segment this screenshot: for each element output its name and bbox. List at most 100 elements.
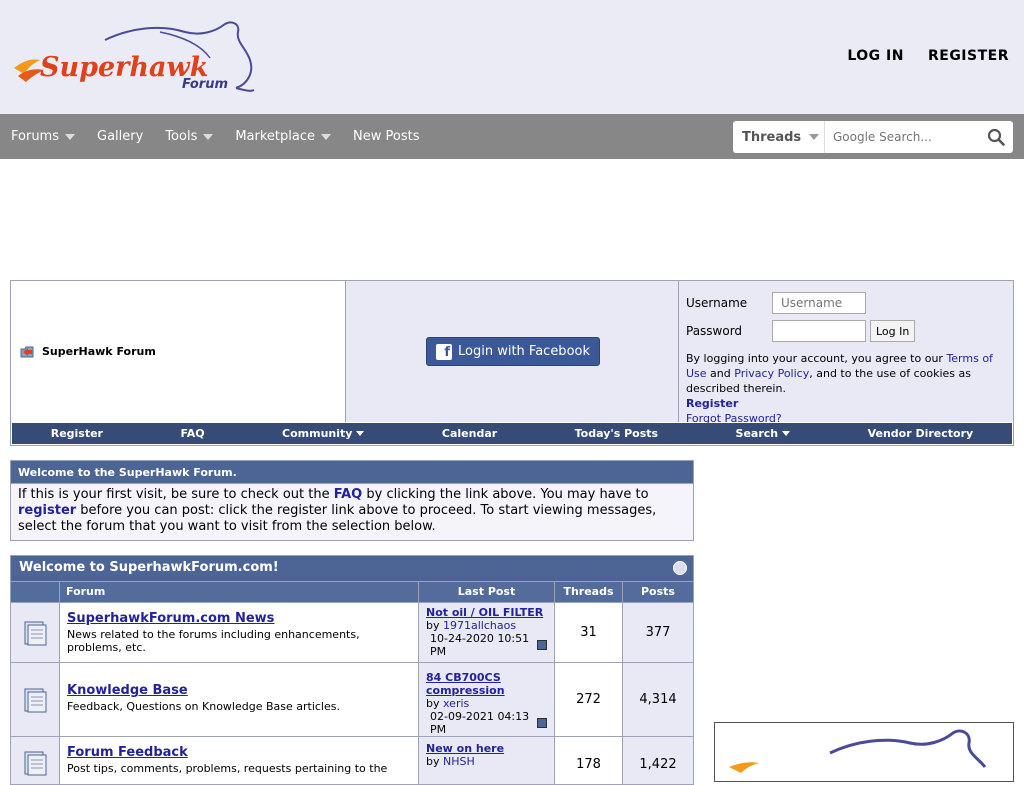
privacy-policy-link[interactable]: Privacy Policy (734, 367, 809, 380)
facebook-login-area: f Login with Facebook (346, 281, 679, 422)
column-last-post: Last Post (419, 582, 555, 602)
terms-prefix: By logging into your account, you agree … (686, 352, 947, 365)
column-icon (11, 582, 60, 602)
last-post-date: 02-09-2021 (430, 710, 494, 723)
nav-gallery-label: Gallery (97, 129, 144, 144)
forum-status-cell (11, 663, 60, 736)
forum-info-cell: Knowledge Base Feedback, Questions on Kn… (60, 663, 419, 736)
welcome-title: Welcome to the SuperHawk Forum. (11, 461, 693, 484)
threads-count: 31 (555, 603, 623, 662)
last-post-title-link[interactable]: New on here (426, 742, 547, 755)
terms-mid: and (706, 367, 735, 380)
threads-count: 272 (555, 663, 623, 736)
forum-description: Feedback, Questions on Knowledge Base ar… (67, 700, 340, 713)
login-link[interactable]: LOG IN (847, 48, 904, 64)
nav-forums[interactable]: Forums (11, 129, 75, 144)
welcome-text-1: If this is your first visit, be sure to … (18, 487, 334, 502)
sub-faq[interactable]: FAQ (180, 427, 204, 440)
search-type-dropdown[interactable]: Threads (733, 121, 825, 153)
search-icon[interactable] (987, 128, 1005, 146)
forum-status-cell (11, 737, 60, 784)
folder-icon[interactable] (20, 346, 35, 358)
nav-tools[interactable]: Tools (165, 129, 214, 144)
forum-title-link[interactable]: SuperhawkForum.com News (67, 611, 411, 626)
welcome-register-link[interactable]: register (18, 503, 76, 518)
posts-count: 4,314 (623, 663, 693, 736)
forum-description: News related to the forums including enh… (67, 628, 360, 654)
svg-text:Forum: Forum (182, 77, 228, 92)
forum-category-title[interactable]: Welcome to SuperhawkForum.com! (19, 560, 279, 575)
last-post-title-link[interactable]: Not oil / OIL FILTER (426, 606, 547, 619)
go-to-last-post-icon[interactable] (536, 640, 547, 650)
nav-gallery[interactable]: Gallery (97, 129, 143, 144)
nav-marketplace[interactable]: Marketplace (235, 129, 332, 144)
facebook-login-button[interactable]: f Login with Facebook (426, 337, 600, 366)
nav-new-posts-label: New Posts (353, 129, 420, 144)
welcome-text: If this is your first visit, be sure to … (11, 484, 693, 538)
welcome-notice: Welcome to the SuperHawk Forum. If this … (10, 460, 694, 541)
last-post-title-link[interactable]: 84 CB700CS compression (426, 671, 547, 697)
superhawk-ad-logo (729, 729, 987, 773)
welcome-text-3: before you can post: click the register … (18, 503, 657, 534)
last-post-by: by (426, 697, 443, 710)
forum-old-icon (24, 688, 47, 712)
sub-calendar[interactable]: Calendar (442, 427, 497, 440)
sidebar-ad[interactable] (714, 722, 1014, 782)
sub-community[interactable]: Community (282, 427, 365, 440)
threads-count: 178 (555, 737, 623, 784)
username-field[interactable] (772, 292, 866, 314)
search-box: Threads (733, 121, 1013, 153)
last-post-cell: 84 CB700CS compression by xeris 02-09-20… (419, 663, 555, 736)
facebook-icon: f (436, 343, 452, 360)
last-post-user-link[interactable]: 1971allchaos (443, 619, 516, 632)
search-type-label: Threads (742, 129, 802, 145)
sub-vendor-directory[interactable]: Vendor Directory (868, 427, 974, 440)
breadcrumb: SuperHawk Forum (11, 281, 346, 422)
search-input[interactable] (825, 123, 975, 151)
forum-info-cell: Forum Feedback Post tips, comments, prob… (60, 737, 419, 784)
register-link[interactable]: REGISTER (928, 48, 1009, 64)
login-button[interactable]: Log In (870, 320, 916, 342)
terms-notice: By logging into your account, you agree … (686, 351, 1006, 426)
forum-title-link[interactable]: Forum Feedback (67, 745, 411, 760)
forum-old-icon (24, 751, 47, 776)
nav-new-posts[interactable]: New Posts (353, 129, 419, 144)
chevron-down-icon (321, 133, 332, 140)
username-label: Username (686, 296, 748, 310)
sub-search[interactable]: Search (736, 427, 791, 440)
forum-title-link[interactable]: Knowledge Base (67, 683, 411, 698)
chevron-down-icon (782, 431, 791, 436)
site-header: Superhawk Forum LOG IN REGISTER (0, 0, 1024, 114)
password-label: Password (686, 324, 743, 338)
table-row: Knowledge Base Feedback, Questions on Kn… (11, 662, 693, 736)
password-field[interactable] (772, 320, 866, 342)
sub-register[interactable]: Register (51, 427, 103, 440)
table-row: Forum Feedback Post tips, comments, prob… (11, 736, 693, 784)
chevron-down-icon (356, 431, 365, 436)
forum-status-cell (11, 603, 60, 662)
go-to-last-post-icon[interactable] (536, 718, 547, 728)
superhawk-forum-logo[interactable]: Superhawk Forum (10, 18, 260, 98)
chevron-down-icon (809, 134, 820, 140)
forum-old-icon (24, 621, 47, 645)
column-threads: Threads (555, 582, 623, 602)
last-post-user-link[interactable]: xeris (443, 697, 469, 710)
facebook-login-label: Login with Facebook (458, 344, 590, 359)
forum-category-header: Welcome to SuperhawkForum.com! (11, 556, 693, 581)
nav-tools-label: Tools (165, 129, 198, 144)
last-post-user-link[interactable]: NHSH (443, 755, 475, 768)
sub-todays-posts[interactable]: Today's Posts (575, 427, 658, 440)
register-link-small[interactable]: Register (686, 397, 738, 410)
last-post-cell: New on here by NHSH (419, 737, 555, 784)
sub-community-label: Community (282, 427, 353, 440)
last-post-cell: Not oil / OIL FILTER by 1971allchaos 10-… (419, 603, 555, 662)
forum-info-cell: SuperhawkForum.com News News related to … (60, 603, 419, 662)
last-post-by: by (426, 755, 443, 768)
welcome-text-2: by clicking the link above. You may have… (362, 487, 649, 502)
posts-count: 1,422 (623, 737, 693, 784)
collapse-icon[interactable] (673, 561, 687, 575)
welcome-faq-link[interactable]: FAQ (334, 487, 363, 502)
breadcrumb-forum-name[interactable]: SuperHawk Forum (42, 345, 156, 358)
main-nav: Forums Gallery Tools Marketplace New Pos… (0, 114, 1024, 159)
last-post-date: 10-24-2020 (430, 632, 494, 645)
